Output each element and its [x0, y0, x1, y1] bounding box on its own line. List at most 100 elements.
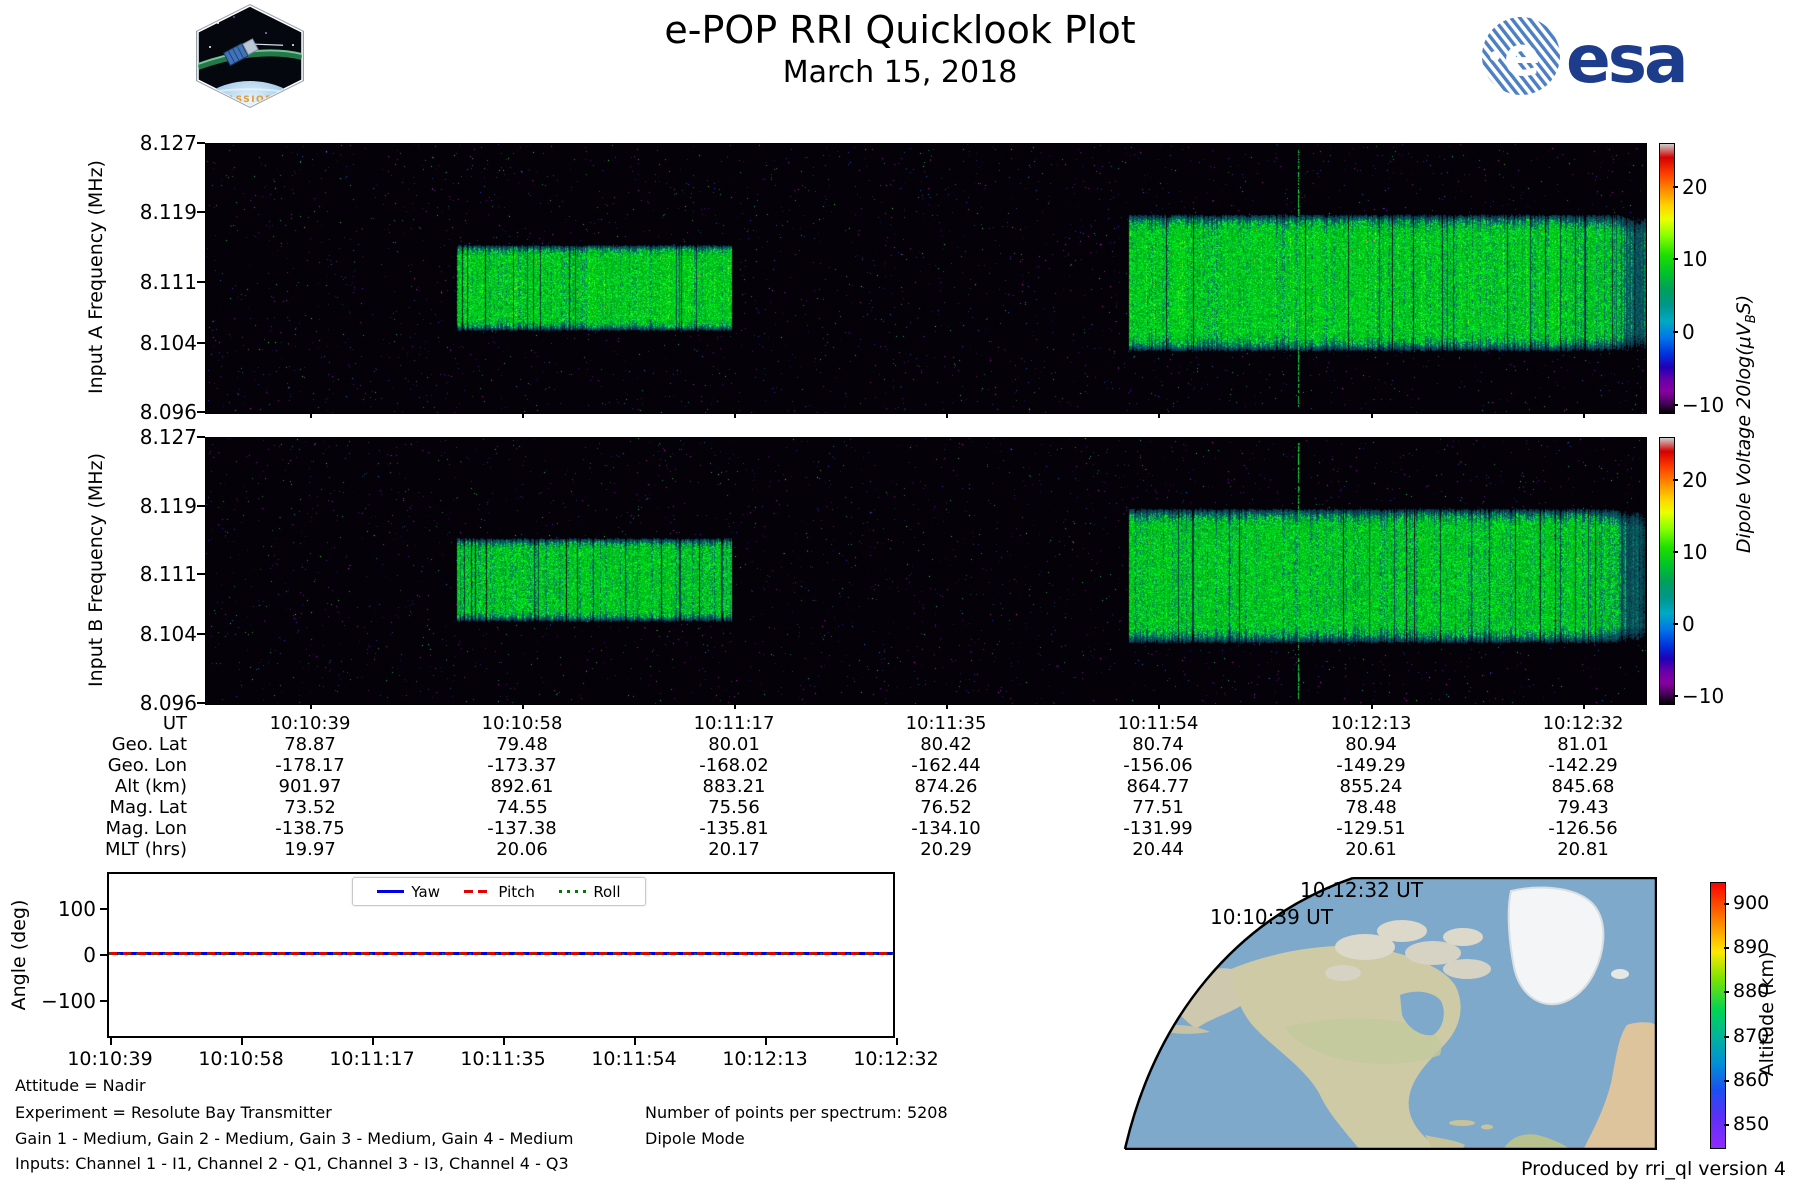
legend-label: Roll	[593, 882, 621, 901]
colorbar-tick-label: 20	[1682, 468, 1708, 493]
ephemeris-cell: -134.10	[911, 818, 981, 839]
angle-xtick-label: 10:10:58	[198, 1048, 284, 1070]
ephemeris-cell: -168.02	[699, 755, 769, 776]
ephemeris-cell: 76.52	[920, 797, 972, 818]
freq-tick-label: 8.119	[139, 200, 197, 225]
ephemeris-cell: 78.87	[284, 734, 336, 755]
ephemeris-cell: 79.48	[496, 734, 548, 755]
spectrogram-a-heatmap	[206, 144, 1646, 413]
angle-xtick-label: 10:10:39	[67, 1048, 153, 1070]
angle-xtick-mark	[634, 1038, 636, 1045]
spectrogram-b-ylabel: Input B Frequency (MHz)	[85, 453, 107, 687]
attitude-annotation: Attitude = Nadir	[15, 1076, 146, 1095]
ephemeris-cell: -129.51	[1336, 818, 1406, 839]
ephemeris-cell: -162.44	[911, 755, 981, 776]
angle-ytick-mark	[100, 907, 107, 910]
freq-tick-mark	[197, 436, 205, 438]
ephemeris-cell: -156.06	[1123, 755, 1193, 776]
ephemeris-cell: 81.01	[1557, 734, 1609, 755]
angle-xtick-mark	[372, 1038, 374, 1045]
ephemeris-cell: 73.52	[284, 797, 336, 818]
ephemeris-cell: 10:11:35	[905, 713, 987, 734]
angle-ytick-label: −100	[41, 989, 96, 1014]
ephemeris-cell: 901.97	[278, 776, 342, 797]
freq-tick-label: 8.096	[139, 400, 197, 424]
ephemeris-cell: -173.37	[487, 755, 557, 776]
angle-xtick-label: 10:12:13	[722, 1048, 808, 1070]
inputs-annotation: Inputs: Channel 1 - I1, Channel 2 - Q1, …	[15, 1154, 569, 1173]
ephemeris-cell: -135.81	[699, 818, 769, 839]
freq-tick-label: 8.119	[139, 493, 197, 518]
spectrogram-a-panel	[205, 143, 1647, 414]
ephemeris-cell: 883.21	[702, 776, 766, 797]
ephemeris-cell: 10:10:58	[481, 713, 563, 734]
colorbar-tick-label: 0	[1682, 320, 1695, 345]
legend-line-swatch	[559, 890, 587, 893]
gains-annotation: Gain 1 - Medium, Gain 2 - Medium, Gain 3…	[15, 1129, 574, 1148]
ephemeris-cell: 20.29	[920, 839, 972, 860]
ephemeris-cell: 10:11:17	[693, 713, 775, 734]
angle-ytick-label: 100	[57, 896, 96, 921]
ephemeris-row-label: Geo. Lat	[111, 734, 187, 755]
ephemeris-cell: 77.51	[1132, 797, 1184, 818]
quicklook-plot-page: CASSIOPE e-POP RRI Quicklook Plot March …	[0, 0, 1800, 1200]
freq-tick-label: 8.104	[139, 622, 197, 647]
mode-annotation: Dipole Mode	[645, 1129, 745, 1148]
legend-label: Pitch	[498, 882, 535, 901]
ephemeris-cell: 75.56	[708, 797, 760, 818]
ephemeris-row-label: Geo. Lon	[107, 755, 187, 776]
freq-tick-mark	[197, 411, 205, 413]
spectrogram-b-heatmap	[206, 438, 1646, 704]
ephemeris-cell: 80.94	[1345, 734, 1397, 755]
ephemeris-cell: 20.17	[708, 839, 760, 860]
altitude-colorbar-label: Altitude (km)	[1756, 951, 1778, 1077]
colorbar-tick-label: 10	[1682, 247, 1708, 272]
angle-ytick-mark	[100, 1000, 107, 1003]
freq-tick-mark	[197, 573, 205, 576]
esa-logo-text: esa	[1566, 21, 1686, 97]
ephemeris-cell: -142.29	[1548, 755, 1618, 776]
ephemeris-cell: -138.75	[275, 818, 345, 839]
voltage-colorbar-a	[1659, 143, 1675, 414]
legend-item: Roll	[559, 882, 621, 901]
freq-tick-label: 8.111	[139, 562, 197, 587]
freq-tick-mark	[197, 633, 205, 636]
freq-tick-mark	[197, 211, 205, 214]
roll-line	[109, 952, 893, 955]
colorbar-tick-label: −10	[1682, 683, 1725, 708]
cassiope-mission-patch-icon: CASSIOPE	[188, 3, 312, 113]
ephemeris-cell: 10:12:13	[1330, 713, 1412, 734]
legend-line-swatch	[464, 890, 492, 893]
ephemeris-cell: -126.56	[1548, 818, 1618, 839]
ephemeris-cell: 892.61	[490, 776, 554, 797]
colorbar-tick-label: 10	[1682, 539, 1708, 564]
colorbar-tick-label: −10	[1682, 392, 1725, 417]
spectrogram-b-panel	[205, 437, 1647, 705]
ephemeris-cell: 74.55	[496, 797, 548, 818]
ephemeris-cell: 845.68	[1551, 776, 1615, 797]
voltage-colorbar-b	[1659, 437, 1675, 705]
ephemeris-cell: 20.81	[1557, 839, 1609, 860]
angle-xtick-label: 10:11:35	[460, 1048, 546, 1070]
angle-xtick-label: 10:11:54	[591, 1048, 677, 1070]
ephemeris-cell: 855.24	[1339, 776, 1403, 797]
track-end-time-label: 10:12:32 UT	[1300, 878, 1424, 902]
track-start-time-label: 10:10:39 UT	[1210, 905, 1334, 929]
freq-tick-label: 8.127	[139, 131, 197, 155]
ephemeris-cell: -131.99	[1123, 818, 1193, 839]
angle-xtick-mark	[896, 1038, 898, 1045]
experiment-annotation: Experiment = Resolute Bay Transmitter	[15, 1103, 332, 1122]
angle-xtick-mark	[765, 1038, 767, 1045]
altitude-colorbar	[1710, 882, 1726, 1149]
ephemeris-cell: -178.17	[275, 755, 345, 776]
page-date: March 15, 2018	[782, 55, 1018, 90]
angle-ytick-label: 0	[83, 943, 96, 967]
ephemeris-cell: 80.01	[708, 734, 760, 755]
ephemeris-cell: 20.06	[496, 839, 548, 860]
freq-tick-label: 8.127	[139, 425, 197, 449]
svg-text:e: e	[1504, 25, 1541, 88]
ephemeris-row-label: Alt (km)	[114, 776, 187, 797]
freq-tick-mark	[197, 142, 205, 144]
ephemeris-cell: 10:12:32	[1542, 713, 1624, 734]
angle-xtick-mark	[503, 1038, 505, 1045]
